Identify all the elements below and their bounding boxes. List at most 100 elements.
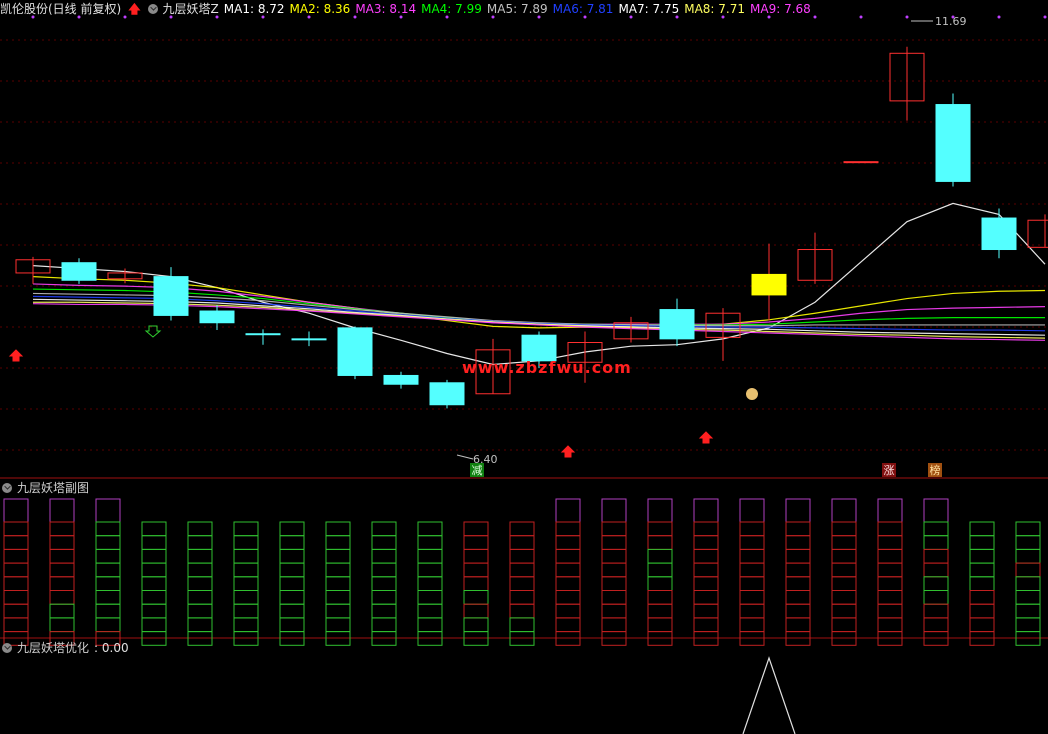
sub-towers — [3, 498, 1041, 646]
tower-8-cell-1 — [371, 521, 397, 537]
indicator-name[interactable]: 九层妖塔Z — [163, 2, 219, 16]
tower-4-cell-4 — [187, 562, 213, 578]
sub-panel-title[interactable]: 九层妖塔副图 — [17, 481, 89, 495]
tower-8-cell-8 — [371, 617, 397, 633]
ma-value-3: MA3: 8.14 — [355, 2, 417, 16]
tower-13-cell-4 — [601, 562, 627, 578]
tower-3-cell-3 — [141, 548, 167, 564]
tower-14-cell-4 — [647, 562, 673, 578]
tower-13-cell-1 — [601, 521, 627, 537]
tower-17-cell-0 — [785, 498, 811, 523]
indicator-menu-icon[interactable] — [147, 4, 158, 14]
ma-value-7: MA7: 7.75 — [618, 2, 680, 16]
tower-7-cell-3 — [325, 548, 351, 564]
tower-7-cell-7 — [325, 603, 351, 619]
tower-17-cell-1 — [785, 521, 811, 537]
signal-bang: 榜 — [930, 463, 941, 477]
tower-0-cell-7 — [3, 603, 29, 619]
bottom-panel-menu-icon[interactable] — [2, 643, 12, 653]
bottom-panel-title[interactable]: 九层妖塔优化 — [17, 641, 89, 655]
candle-body-11 — [521, 334, 557, 362]
tower-21-cell-7 — [969, 603, 995, 619]
tower-7-cell-6 — [325, 590, 351, 605]
tower-1-cell-7 — [49, 603, 75, 619]
tower-21-cell-1 — [969, 521, 995, 537]
tower-18-cell-2 — [831, 535, 857, 550]
tower-4-cell-1 — [187, 521, 213, 537]
tower-11-cell-6 — [509, 590, 535, 605]
tower-1-cell-2 — [49, 535, 75, 550]
top-dot-19 — [905, 15, 909, 19]
tower-10-cell-1 — [463, 521, 489, 537]
tower-18-cell-6 — [831, 590, 857, 605]
signal-jian: 减 — [472, 464, 483, 477]
bottom-spike-line — [742, 656, 796, 734]
tower-15-cell-3 — [693, 548, 719, 564]
tower-7-cell-8 — [325, 617, 351, 633]
tower-15-cell-5 — [693, 576, 719, 591]
top-dot-21 — [997, 15, 1001, 19]
tower-3-cell-7 — [141, 603, 167, 619]
tower-9-cell-3 — [417, 548, 443, 564]
tower-15-cell-6 — [693, 590, 719, 605]
ma-value-8: MA8: 7.71 — [684, 2, 746, 16]
tower-16-cell-0 — [739, 498, 765, 523]
tower-18-cell-1 — [831, 521, 857, 537]
tower-3-cell-5 — [141, 576, 167, 591]
candle-body-21 — [981, 217, 1017, 251]
tower-2-cell-0 — [95, 498, 121, 523]
tower-22-cell-3 — [1015, 548, 1041, 564]
tower-7-cell-4 — [325, 562, 351, 578]
tower-15-cell-0 — [693, 498, 719, 523]
tower-14-cell-8 — [647, 617, 673, 633]
candle-body-4 — [199, 310, 235, 324]
tower-5-cell-4 — [233, 562, 259, 578]
tower-21-cell-8 — [969, 617, 995, 633]
tower-15-cell-7 — [693, 603, 719, 619]
tower-17-cell-7 — [785, 603, 811, 619]
tower-4-cell-6 — [187, 590, 213, 605]
signal-zhang: 涨 — [884, 464, 895, 477]
tower-22-cell-2 — [1015, 535, 1041, 550]
bottom-panel-value: : 0.00 — [94, 641, 129, 655]
tower-19-cell-6 — [877, 590, 903, 605]
tower-15-cell-2 — [693, 535, 719, 550]
down-arrow-icon-1 — [144, 325, 162, 338]
sub-panel-menu-icon[interactable] — [2, 483, 12, 493]
tower-17-cell-4 — [785, 562, 811, 578]
tower-17-cell-3 — [785, 548, 811, 564]
tower-14-cell-3 — [647, 548, 673, 564]
candle-body-18 — [843, 161, 879, 164]
tower-15-cell-8 — [693, 617, 719, 633]
tower-2-cell-1 — [95, 521, 121, 537]
tower-3-cell-8 — [141, 617, 167, 633]
tower-3-cell-6 — [141, 590, 167, 605]
tower-6-cell-6 — [279, 590, 305, 605]
tower-7-cell-2 — [325, 535, 351, 550]
tower-1-cell-3 — [49, 548, 75, 564]
tower-11-cell-8 — [509, 617, 535, 633]
tower-22-cell-5 — [1015, 576, 1041, 591]
tower-20-cell-8 — [923, 617, 949, 633]
tower-21-cell-3 — [969, 548, 995, 564]
tower-5-cell-2 — [233, 535, 259, 550]
tower-10-cell-7 — [463, 603, 489, 619]
candle-body-8 — [383, 374, 419, 385]
tower-19-cell-3 — [877, 548, 903, 564]
tower-0-cell-2 — [3, 535, 29, 550]
tower-0-cell-3 — [3, 548, 29, 564]
stock-title[interactable]: 凯伦股份(日线 前复权) — [0, 2, 121, 16]
tower-12-cell-7 — [555, 603, 581, 619]
tower-12-cell-4 — [555, 562, 581, 578]
tower-11-cell-7 — [509, 603, 535, 619]
tower-8-cell-6 — [371, 590, 397, 605]
top-dot-18 — [859, 15, 863, 19]
markers: 11.696.40减涨榜 — [8, 15, 967, 477]
tower-13-cell-3 — [601, 548, 627, 564]
tower-2-cell-7 — [95, 603, 121, 619]
tower-14-cell-5 — [647, 576, 673, 591]
tower-12-cell-0 — [555, 498, 581, 523]
tower-14-cell-0 — [647, 498, 673, 523]
tower-2-cell-2 — [95, 535, 121, 550]
tower-19-cell-5 — [877, 576, 903, 591]
